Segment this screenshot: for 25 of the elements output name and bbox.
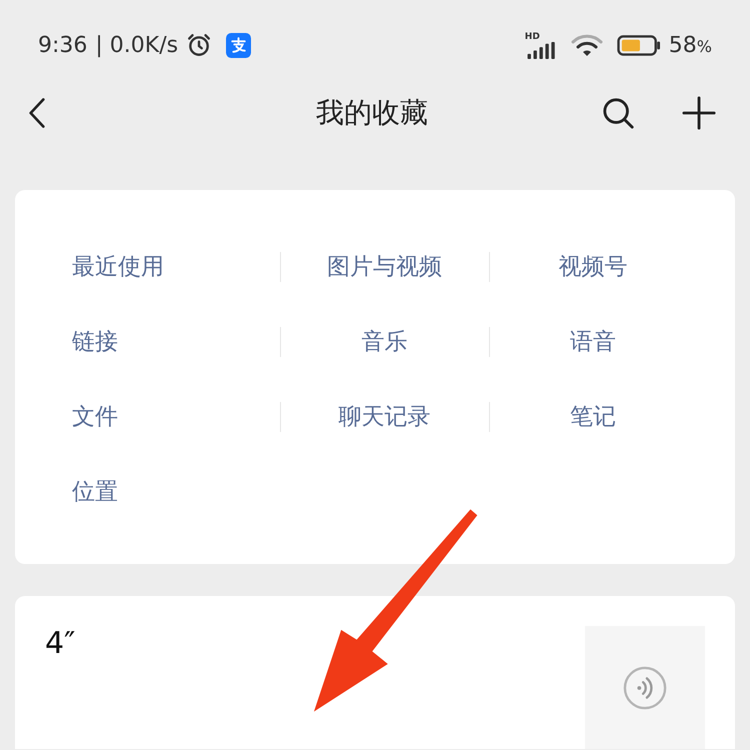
wifi-icon	[570, 33, 603, 57]
category-link[interactable]: 聊天记录	[338, 401, 430, 432]
category-link[interactable]: 笔记	[570, 401, 616, 432]
search-icon[interactable]	[601, 96, 635, 130]
category-link[interactable]: 图片与视频	[327, 251, 442, 282]
back-icon[interactable]	[28, 97, 46, 129]
favorite-card[interactable]: 4″	[15, 596, 735, 749]
network-type-label: HD	[524, 32, 540, 42]
voice-duration: 4″	[45, 626, 76, 661]
app-icon	[226, 32, 252, 58]
voice-icon	[623, 666, 667, 710]
category-link[interactable]: 最近使用	[72, 251, 164, 282]
battery-icon	[616, 34, 661, 56]
category-link[interactable]: 语音	[570, 326, 616, 357]
alarm-clock-icon	[186, 32, 212, 58]
network-speed: | 0.0K/s	[95, 32, 178, 58]
status-time: 9:36	[38, 32, 88, 58]
battery-percent: 58%	[668, 32, 712, 58]
page-title: 我的收藏	[316, 95, 428, 131]
category-link[interactable]: 文件	[72, 401, 118, 432]
add-icon[interactable]	[682, 96, 716, 130]
category-link[interactable]: 位置	[72, 476, 118, 507]
category-link[interactable]: 视频号	[558, 251, 628, 282]
category-link[interactable]: 链接	[72, 326, 118, 357]
category-link[interactable]: 音乐	[362, 326, 408, 357]
